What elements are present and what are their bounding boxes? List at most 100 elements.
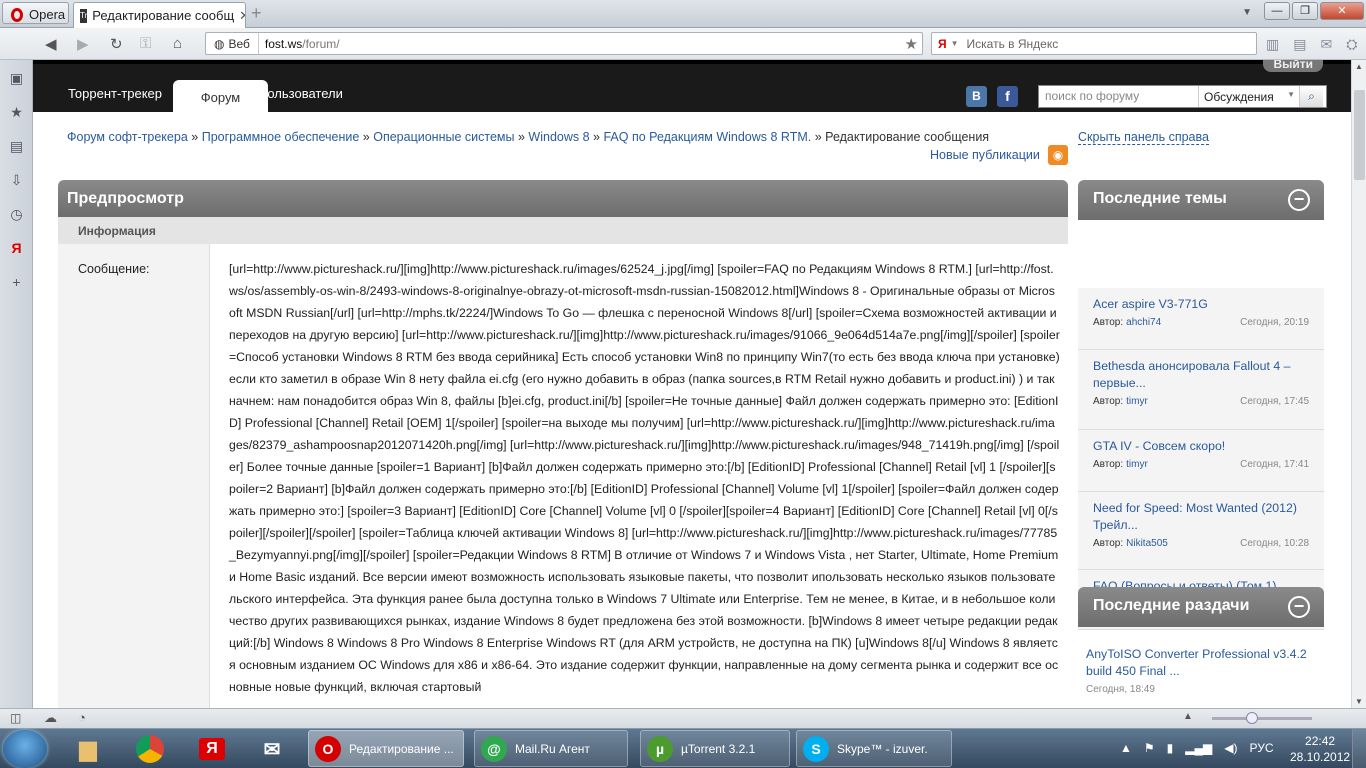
scroll-up-icon[interactable]: ▲ [1355, 62, 1363, 71]
address-bar[interactable]: ◍ Веб fost.ws/forum/ ★ [205, 32, 923, 55]
explorer-icon[interactable]: ▆ [62, 732, 114, 766]
close-tab-icon[interactable]: ✕ [239, 8, 245, 24]
topic-author[interactable]: Nikita505 [1126, 538, 1168, 549]
panel-toggle-icon[interactable]: ◫ [10, 711, 21, 725]
forum-search-input[interactable]: поиск по форуму [1039, 86, 1199, 107]
breadcrumb-link[interactable]: FAQ по Редакциям Windows 8 RTM. [603, 130, 811, 144]
vk-icon[interactable]: В [966, 86, 987, 107]
key-icon[interactable]: ⚿ [140, 35, 151, 52]
topic-title[interactable]: GTA IV - Совсем скоро! [1093, 438, 1309, 455]
language-indicator[interactable]: РУС [1249, 741, 1273, 755]
home-icon[interactable]: ⌂ [173, 35, 182, 52]
url-text[interactable]: fost.ws/forum/ [259, 37, 340, 51]
logout-button[interactable]: Выйти [1263, 60, 1323, 72]
breadcrumb-link[interactable]: Форум софт-трекера [67, 130, 188, 144]
back-icon[interactable]: ◀ [45, 35, 57, 53]
topic-author[interactable]: timyr [1126, 396, 1148, 407]
collapse-icon[interactable]: − [1288, 596, 1310, 618]
yandex-panel-icon[interactable]: Я [0, 234, 33, 268]
topic-title[interactable]: Need for Speed: Most Wanted (2012) Трейл… [1093, 500, 1309, 534]
mail-icon[interactable]: ✉ [1320, 36, 1332, 53]
hide-right-panel-link[interactable]: Скрыть панель справа [1078, 130, 1209, 145]
show-desktop-button[interactable] [1352, 729, 1366, 768]
topic-title[interactable]: Acer aspire V3-771G [1093, 296, 1309, 313]
volume-icon[interactable]: ◀) [1224, 741, 1237, 755]
breadcrumb-link[interactable]: Операционные системы [373, 130, 514, 144]
nav-forum-tab[interactable]: Форум [173, 80, 268, 116]
globe-icon: ◍ [214, 36, 225, 51]
topic-title[interactable]: Bethesda анонсировала Fallout 4 – первые… [1093, 358, 1309, 392]
topic-item[interactable]: Need for Speed: Most Wanted (2012) Трейл… [1078, 492, 1324, 570]
topic-item[interactable]: Acer aspire V3-771G Автор: ahchi74 Сегодня,… [1078, 288, 1324, 350]
reload-icon[interactable]: ↻ [110, 35, 123, 53]
bookmark-star-icon[interactable]: ★ [905, 35, 918, 53]
bookmarks-panel-icon[interactable]: ★ [0, 98, 33, 132]
yandex-icon[interactable]: Я [932, 37, 951, 51]
downloads-panel-icon[interactable]: ⇩ [0, 166, 33, 200]
speed-dial-panel-icon[interactable]: ▣ [0, 64, 33, 98]
taskbar-window-button[interactable]: @ Mail.Ru Агент [474, 730, 628, 767]
forward-icon[interactable]: ▶ [77, 35, 89, 53]
topic-date: Сегодня, 17:41 [1240, 459, 1309, 470]
release-item[interactable]: AnyToISO Converter Professional v3.4.2 b… [1078, 636, 1324, 705]
clock[interactable]: 22:42 28.10.2012 [1290, 733, 1350, 765]
rss-icon[interactable]: ◉ [1048, 145, 1068, 165]
page-scrollbar[interactable]: ▲ ▼ [1351, 60, 1366, 708]
restore-window-button[interactable]: ❐ [1292, 2, 1318, 20]
topic-author[interactable]: ahchi74 [1126, 317, 1161, 328]
latest-topics-header: Последние темы − [1078, 180, 1324, 220]
notes-panel-icon[interactable]: ▤ [0, 132, 33, 166]
yandex-app-icon[interactable]: Я [186, 732, 238, 766]
new-posts-link[interactable]: Новые публикации [930, 148, 1040, 162]
history-panel-icon[interactable]: ◷ [0, 200, 33, 234]
network-icon[interactable]: ▂▄▆ [1185, 741, 1212, 755]
taskbar-window-button[interactable]: µ µTorrent 3.2.1 [640, 730, 790, 767]
speed-icon[interactable]: ◔ [78, 710, 86, 725]
breadcrumb-link[interactable]: Программное обеспечение [202, 130, 360, 144]
search-engine-chevron-icon[interactable]: ▼ [951, 39, 967, 48]
message-label-cell: Сообщение: [58, 244, 210, 708]
new-tab-icon[interactable]: + [251, 4, 267, 22]
browser-search-field[interactable]: Я ▼ Искать в Яндекс [931, 32, 1257, 55]
add-panel-icon[interactable]: + [0, 268, 33, 302]
mail-app-icon[interactable]: ✉ [246, 732, 298, 766]
search-scope-value: Обсуждения [1204, 89, 1274, 104]
zoom-slider-handle[interactable] [1246, 712, 1258, 724]
speed-dial-icon[interactable]: ▥ [1266, 36, 1279, 53]
topic-date: Сегодня, 17:45 [1240, 396, 1309, 407]
scrollbar-thumb[interactable] [1354, 90, 1365, 180]
scroll-down-icon[interactable]: ▼ [1355, 697, 1363, 706]
web-badge[interactable]: ◍ Веб [206, 33, 259, 54]
browser-tab[interactable]: Tr Редактирование сообщ ✕ [73, 2, 246, 28]
cloud-icon[interactable]: ☁ [44, 710, 57, 726]
view-icon[interactable]: ▲ [1183, 711, 1193, 722]
facebook-icon[interactable]: f [997, 86, 1018, 107]
flag-icon[interactable]: ⚑ [1144, 741, 1155, 755]
zoom-slider[interactable] [1212, 717, 1312, 720]
close-window-button[interactable]: ✕ [1320, 2, 1364, 20]
start-button[interactable] [3, 730, 47, 768]
tab-list-chevron-icon[interactable]: ▼ [1242, 7, 1252, 18]
battery-icon[interactable]: ▮ [1167, 741, 1174, 755]
tray-expand-icon[interactable]: ▲ [1120, 741, 1132, 755]
nav-users[interactable]: Пользователи [258, 86, 343, 101]
release-date: Сегодня, 18:49 [1086, 684, 1155, 695]
minimize-window-button[interactable]: — [1264, 2, 1290, 20]
opera-menu-button[interactable]: Opera [2, 2, 69, 24]
chrome-icon[interactable] [124, 732, 176, 766]
topic-item[interactable]: Bethesda анонсировала Fallout 4 – первые… [1078, 350, 1324, 430]
window-controls: — ❐ ✕ [1264, 2, 1364, 20]
topic-author[interactable]: timyr [1126, 459, 1148, 470]
site-favicon-icon: Tr [80, 8, 88, 23]
nav-torrent-tracker[interactable]: Торрент-трекер [68, 86, 162, 101]
taskbar-window-button[interactable]: S Skype™ - izuver. [796, 730, 952, 767]
notes-icon[interactable]: ▤ [1293, 36, 1306, 53]
release-title[interactable]: AnyToISO Converter Professional v3.4.2 b… [1086, 646, 1316, 680]
search-scope-select[interactable]: Обсуждения ▼ [1199, 90, 1299, 104]
search-icon[interactable]: ⌕ [1299, 86, 1323, 107]
taskbar-window-button[interactable]: O Редактирование ... [308, 730, 464, 767]
breadcrumb-link[interactable]: Windows 8 [528, 130, 589, 144]
collapse-icon[interactable]: − [1288, 189, 1310, 211]
topic-item[interactable]: GTA IV - Совсем скоро! Автор: timyr Сегодня… [1078, 430, 1324, 492]
turbo-icon[interactable]: ⛭ [1346, 36, 1357, 53]
